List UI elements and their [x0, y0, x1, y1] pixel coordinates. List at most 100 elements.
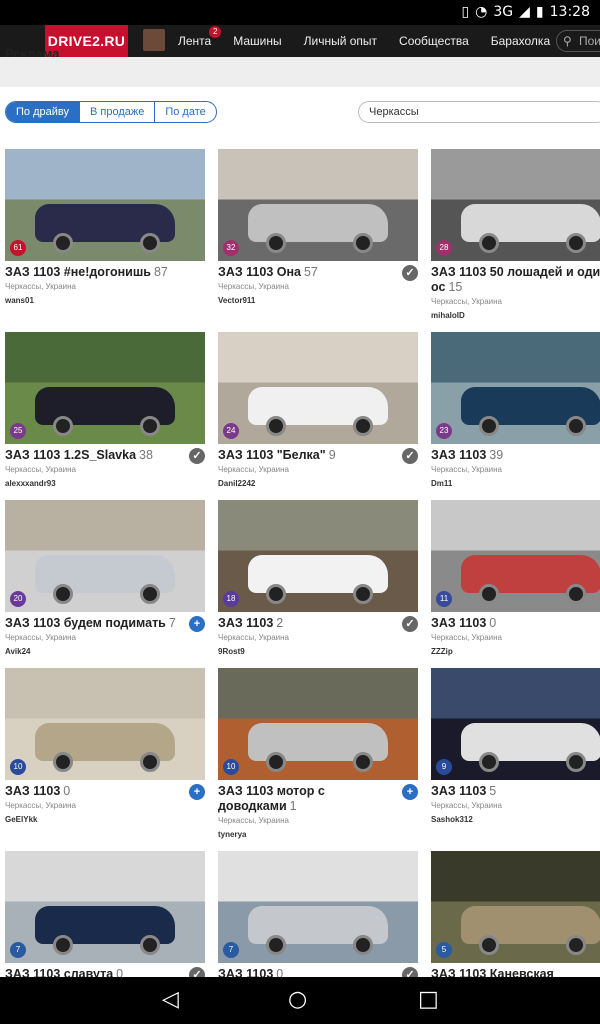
car-title[interactable]: ЗАЗ 1103 Каневская: [431, 967, 554, 977]
author-link[interactable]: ZZZip: [431, 647, 600, 656]
car-card[interactable]: 10 ЗАЗ 1103 0 + Черкассы, Украина GeElYkk: [5, 668, 205, 824]
car-title-row[interactable]: ЗАЗ 1103 Каневская: [431, 967, 600, 977]
car-photo[interactable]: 20: [5, 500, 205, 612]
car-card[interactable]: 28 ЗАЗ 1103 50 лошадей и один ос 15 Черкасс…: [431, 149, 600, 320]
car-photo[interactable]: 23: [431, 332, 600, 444]
author-link[interactable]: wans01: [5, 296, 205, 305]
author-link[interactable]: GeElYkk: [5, 815, 205, 824]
author-link[interactable]: tynerya: [218, 830, 418, 839]
author-link[interactable]: Dm11: [431, 479, 600, 488]
car-title[interactable]: ЗАЗ 1103 "Белка": [218, 448, 326, 462]
car-title-row[interactable]: ЗАЗ 1103 будем подимать 7 +: [5, 616, 205, 632]
car-photo[interactable]: 28: [431, 149, 600, 261]
follow-button[interactable]: +: [189, 616, 205, 632]
car-title[interactable]: ЗАЗ 1103 Она: [218, 265, 301, 279]
wheel-icon: [566, 752, 586, 772]
car-card[interactable]: 20 ЗАЗ 1103 будем подимать 7 + Черкассы, Укр…: [5, 500, 205, 656]
car-card[interactable]: 7 ЗАЗ 1103 славута 0 ✓: [5, 851, 205, 977]
car-title[interactable]: ЗАЗ 1103: [5, 784, 60, 798]
car-card[interactable]: 24 ЗАЗ 1103 "Белка" 9 ✓ Черкассы, Украина Dan…: [218, 332, 418, 488]
car-photo[interactable]: 7: [5, 851, 205, 963]
car-title-row[interactable]: ЗАЗ 1103 "Белка" 9 ✓: [218, 448, 418, 464]
nav-feed[interactable]: Лента 2: [178, 26, 222, 48]
car-photo[interactable]: 9: [431, 668, 600, 780]
car-title[interactable]: ЗАЗ 1103: [431, 784, 486, 798]
author-link[interactable]: Sashok312: [431, 815, 600, 824]
car-title[interactable]: ЗАЗ 1103 будем подимать: [5, 616, 166, 630]
comment-count: 2: [276, 616, 284, 630]
following-check-icon[interactable]: ✓: [402, 448, 418, 464]
car-photo[interactable]: 7: [218, 851, 418, 963]
car-photo[interactable]: 32: [218, 149, 418, 261]
car-title[interactable]: ЗАЗ 1103: [218, 967, 273, 977]
following-check-icon[interactable]: ✓: [402, 616, 418, 632]
nav-cars[interactable]: Машины: [233, 34, 281, 48]
car-photo[interactable]: 11: [431, 500, 600, 612]
author-link[interactable]: mihaloID: [431, 311, 600, 320]
recents-icon[interactable]: □: [418, 987, 439, 1013]
car-title-row[interactable]: ЗАЗ 1103 5: [431, 784, 600, 799]
search-icon: ⚲: [563, 34, 572, 48]
car-photo[interactable]: 10: [218, 668, 418, 780]
comment-count: 9: [328, 448, 336, 462]
author-link[interactable]: 9Rost9: [218, 647, 418, 656]
following-check-icon[interactable]: ✓: [189, 967, 205, 977]
author-link[interactable]: Vector911: [218, 296, 418, 305]
following-check-icon[interactable]: ✓: [402, 265, 418, 281]
city-field[interactable]: Черкассы: [358, 101, 600, 123]
car-photo[interactable]: 18: [218, 500, 418, 612]
car-title-row[interactable]: ЗАЗ 1103 мотор с доводками 1 +: [218, 784, 418, 814]
car-title-row[interactable]: ЗАЗ 1103 0 +: [5, 784, 205, 800]
car-card[interactable]: 23 ЗАЗ 1103 39 Черкассы, Украина Dm11: [431, 332, 600, 488]
follow-button[interactable]: +: [402, 784, 418, 800]
car-title[interactable]: ЗАЗ 1103: [218, 616, 273, 630]
wheel-icon: [140, 416, 160, 436]
car-title[interactable]: ЗАЗ 1103 #не!догонишь: [5, 265, 151, 279]
back-icon[interactable]: ◁: [162, 987, 179, 1013]
car-photo[interactable]: 61: [5, 149, 205, 261]
home-icon[interactable]: ○: [288, 987, 307, 1013]
car-title-row[interactable]: ЗАЗ 1103 2 ✓: [218, 616, 418, 632]
author-link[interactable]: alexxxandr93: [5, 479, 205, 488]
car-card[interactable]: 11 ЗАЗ 1103 0 Черкассы, Украина ZZZip: [431, 500, 600, 656]
author-link[interactable]: Danil2242: [218, 479, 418, 488]
avatar[interactable]: [143, 29, 165, 51]
car-title-row[interactable]: ЗАЗ 1103 1.2S_Slavka 38 ✓: [5, 448, 205, 464]
car-title-row[interactable]: ЗАЗ 1103 50 лошадей и один ос 15: [431, 265, 600, 295]
car-title[interactable]: ЗАЗ 1103 славута: [5, 967, 113, 977]
car-card[interactable]: 5 ЗАЗ 1103 Каневская: [431, 851, 600, 977]
car-location: Черкассы, Украина: [218, 633, 290, 642]
follow-button[interactable]: +: [189, 784, 205, 800]
car-title[interactable]: ЗАЗ 1103 1.2S_Slavka: [5, 448, 136, 462]
tab-for-sale[interactable]: В продаже: [80, 102, 156, 122]
car-card[interactable]: 9 ЗАЗ 1103 5 Черкассы, Украина Sashok312: [431, 668, 600, 824]
tab-by-drive[interactable]: По драйву: [6, 102, 80, 122]
car-title-row[interactable]: ЗАЗ 1103 #не!догонишь 87: [5, 265, 205, 280]
nav-experience[interactable]: Личный опыт: [304, 34, 377, 48]
car-card[interactable]: 10 ЗАЗ 1103 мотор с доводками 1 + Черкассы, …: [218, 668, 418, 839]
nav-communities[interactable]: Сообщества: [399, 34, 469, 48]
car-title[interactable]: ЗАЗ 1103: [431, 616, 486, 630]
car-photo[interactable]: 25: [5, 332, 205, 444]
car-card[interactable]: 25 ЗАЗ 1103 1.2S_Slavka 38 ✓ Черкассы, Украи…: [5, 332, 205, 488]
author-link[interactable]: Avik24: [5, 647, 205, 656]
car-title-row[interactable]: ЗАЗ 1103 славута 0 ✓: [5, 967, 205, 977]
car-photo[interactable]: 10: [5, 668, 205, 780]
car-card[interactable]: 7 ЗАЗ 1103 0 ✓: [218, 851, 418, 977]
car-card[interactable]: 18 ЗАЗ 1103 2 ✓ Черкассы, Украина 9Rost9: [218, 500, 418, 656]
search-input[interactable]: ⚲ Поис: [556, 30, 600, 52]
car-card[interactable]: 61 ЗАЗ 1103 #не!догонишь 87 Черкассы, Украи…: [5, 149, 205, 305]
car-title[interactable]: ЗАЗ 1103 мотор с доводками: [218, 784, 325, 813]
car-title-row[interactable]: ЗАЗ 1103 39: [431, 448, 600, 463]
car-title[interactable]: ЗАЗ 1103: [431, 448, 486, 462]
car-title-row[interactable]: ЗАЗ 1103 0: [431, 616, 600, 631]
nav-marketplace[interactable]: Барахолка: [491, 34, 550, 48]
following-check-icon[interactable]: ✓: [402, 967, 418, 977]
car-title-row[interactable]: ЗАЗ 1103 0 ✓: [218, 967, 418, 977]
car-photo[interactable]: 24: [218, 332, 418, 444]
following-check-icon[interactable]: ✓: [189, 448, 205, 464]
car-title-row[interactable]: ЗАЗ 1103 Она 57 ✓: [218, 265, 418, 281]
tab-by-date[interactable]: По дате: [155, 102, 215, 122]
car-photo[interactable]: 5: [431, 851, 600, 963]
car-card[interactable]: 32 ЗАЗ 1103 Она 57 ✓ Черкассы, Украина Vector…: [218, 149, 418, 305]
